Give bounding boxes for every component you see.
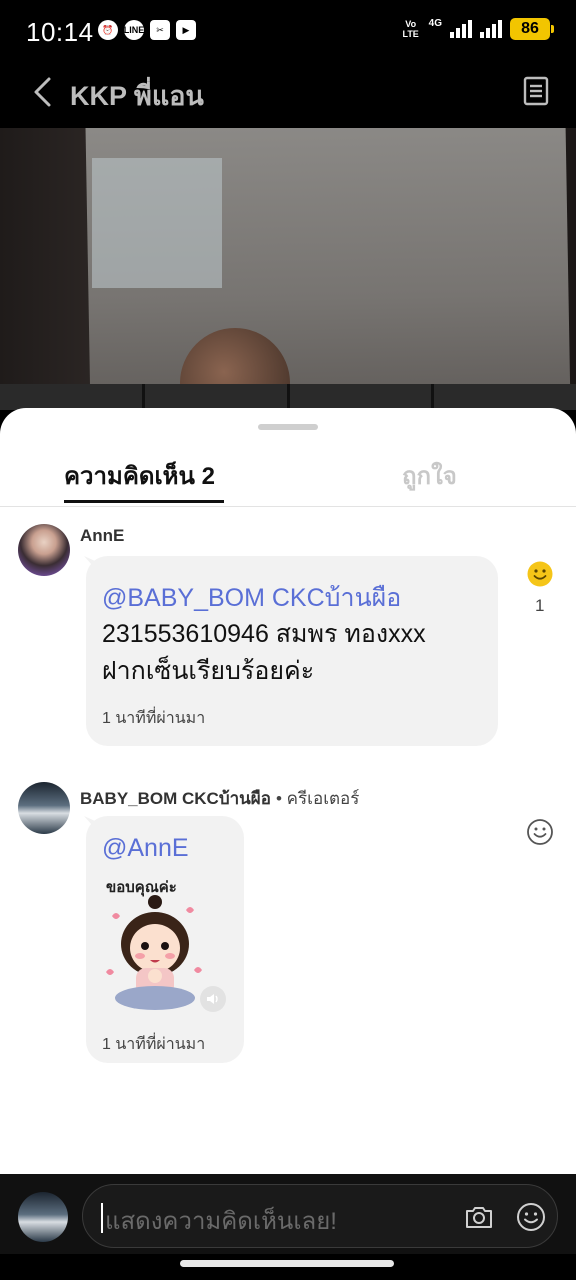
comment-input-bar: แสดงความคิดเห็นเลย! bbox=[0, 1174, 576, 1254]
sticker-text: ขอบคุณค่ะ bbox=[106, 878, 177, 897]
comment-time: 1 นาทีที่ผ่านมา bbox=[102, 710, 206, 727]
line-app-icon: LINE bbox=[124, 20, 144, 40]
tab-divider bbox=[0, 506, 576, 507]
volte-text: Vo LTE bbox=[402, 19, 419, 39]
comments-sheet: ความคิดเห็น 2 ถูกใจ AnnE @BABY_BOM CKCบ้… bbox=[0, 408, 576, 1174]
comment-username[interactable]: AnnE bbox=[80, 526, 124, 546]
status-right: Vo LTE 4G 86 bbox=[401, 17, 554, 40]
creator-badge: • ครีเอเตอร์ bbox=[276, 789, 360, 808]
emoji-icon[interactable] bbox=[515, 1201, 547, 1233]
post-photo[interactable] bbox=[0, 128, 576, 410]
comment-input[interactable]: แสดงความคิดเห็นเลย! bbox=[82, 1184, 558, 1248]
text-cursor bbox=[101, 1203, 103, 1233]
speaker-icon bbox=[207, 994, 218, 1004]
home-indicator[interactable] bbox=[180, 1260, 394, 1267]
comment-line: 231553610946 สมพร ทองxxx bbox=[102, 620, 426, 648]
back-button[interactable] bbox=[24, 74, 60, 110]
mention-link[interactable]: @AnnE bbox=[102, 834, 189, 863]
mention-link[interactable]: @BABY_BOM CKCบ้านผือ bbox=[102, 578, 401, 618]
camera-icon[interactable] bbox=[463, 1201, 495, 1233]
card-glare bbox=[92, 158, 222, 288]
battery-icon: 86 bbox=[510, 18, 554, 40]
smile-reaction-icon[interactable] bbox=[526, 818, 554, 846]
comment-bubble[interactable]: @AnnE ขอบคุณค่ะ 1 นาทีที่ผ่านมา bbox=[86, 816, 244, 1063]
comment-username[interactable]: BABY_BOM CKCบ้านผือ bbox=[80, 785, 271, 812]
reaction-count: 1 bbox=[535, 596, 545, 615]
video-app-icon: ▶ bbox=[176, 20, 196, 40]
comment-line: ฝากเซ็นเรียบร้อยค่ะ bbox=[102, 657, 315, 685]
avatar[interactable] bbox=[18, 524, 70, 576]
network-type: 4G bbox=[428, 17, 442, 29]
sticker-sound-button[interactable] bbox=[200, 986, 226, 1012]
thank-you-sticker[interactable]: ขอบคุณค่ะ bbox=[100, 872, 210, 1014]
active-tab-indicator bbox=[64, 500, 224, 503]
signal-icon-2 bbox=[480, 20, 502, 38]
photo-thumbnail-strip bbox=[0, 384, 576, 410]
page-title: KKP พี่แอน bbox=[70, 81, 204, 111]
top-bar: KKP พี่แอน bbox=[0, 62, 576, 128]
alarm-icon: ⏰ bbox=[98, 20, 118, 40]
comment-text: 231553610946 สมพร ทองxxx ฝากเซ็นเรียบร้อ… bbox=[102, 616, 492, 690]
drag-handle[interactable] bbox=[258, 424, 318, 430]
battery-level: 86 bbox=[521, 20, 539, 37]
menu-button[interactable] bbox=[522, 76, 550, 106]
document-menu-icon bbox=[523, 76, 549, 106]
smile-reaction-icon[interactable] bbox=[526, 560, 554, 588]
comment-time: 1 นาทีที่ผ่านมา bbox=[102, 1036, 206, 1053]
comment-bubble[interactable]: @BABY_BOM CKCบ้านผือ 231553610946 สมพร ท… bbox=[86, 556, 498, 746]
signal-icon bbox=[450, 20, 472, 38]
tab-comments[interactable]: ความคิดเห็น 2 bbox=[64, 456, 215, 495]
chevron-left-icon bbox=[34, 77, 51, 107]
capcut-icon: ✂ bbox=[150, 20, 170, 40]
notification-icons: ⏰ LINE ✂ ▶ bbox=[98, 20, 196, 40]
avatar[interactable] bbox=[18, 782, 70, 834]
comment-input-placeholder: แสดงความคิดเห็นเลย! bbox=[105, 1208, 337, 1235]
avatar[interactable] bbox=[18, 1192, 68, 1242]
system-nav-area bbox=[0, 1254, 576, 1280]
tab-likes[interactable]: ถูกใจ bbox=[402, 456, 457, 495]
status-bar: 10:14 ⏰ LINE ✂ ▶ Vo LTE 4G 86 bbox=[0, 0, 576, 62]
volte-label: Vo LTE bbox=[401, 19, 421, 39]
status-time: 10:14 bbox=[26, 17, 94, 47]
